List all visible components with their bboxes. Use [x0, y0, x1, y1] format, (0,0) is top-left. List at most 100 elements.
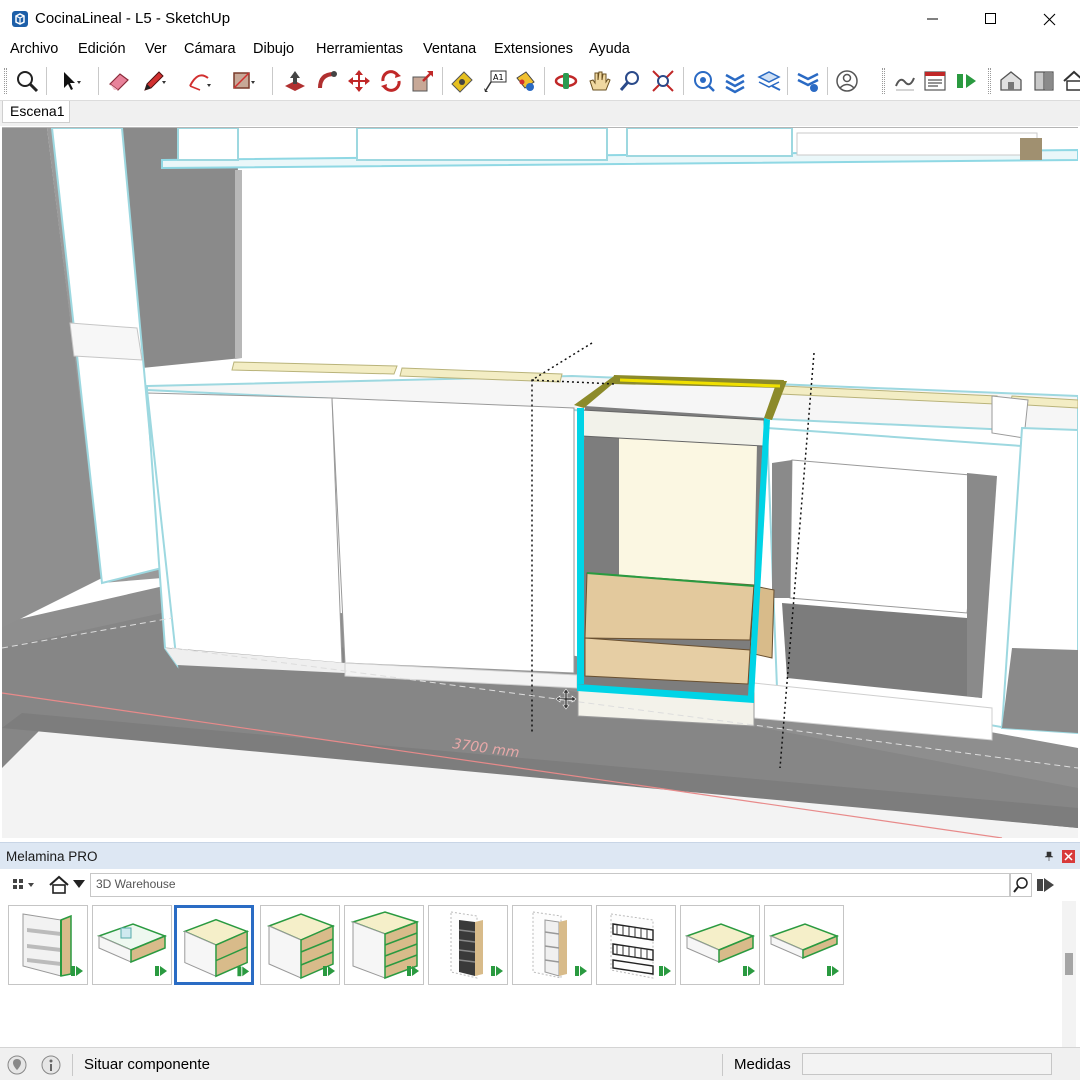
- menu-ver[interactable]: Ver: [145, 41, 167, 57]
- minimize-button[interactable]: [904, 0, 962, 38]
- maximize-button[interactable]: [962, 0, 1020, 38]
- measurements-input[interactable]: [802, 1053, 1052, 1075]
- component-thumbnails: [0, 905, 1060, 995]
- info-icon[interactable]: [41, 1055, 61, 1075]
- warehouse-button[interactable]: [997, 67, 1025, 95]
- select-tool[interactable]: [55, 67, 83, 95]
- component-thumbnail[interactable]: [92, 905, 172, 985]
- four-drawer-icon: [350, 911, 420, 980]
- menu-camara[interactable]: Cámara: [184, 41, 236, 57]
- extension-manager-button[interactable]: [1030, 67, 1058, 95]
- rectangle-icon: [233, 72, 255, 89]
- menu-extensiones[interactable]: Extensiones: [494, 41, 573, 57]
- close-icon[interactable]: [1062, 850, 1075, 863]
- model-viewport[interactable]: 3700 mm: [2, 127, 1078, 838]
- component-thumbnail[interactable]: [428, 905, 508, 985]
- tape-measure-tool[interactable]: [449, 67, 477, 95]
- zoom-window-tool[interactable]: [649, 67, 677, 95]
- hand-icon: [589, 71, 611, 91]
- report-icon: [924, 71, 946, 91]
- status-message: Situar componente: [84, 1056, 210, 1073]
- menu-ventana[interactable]: Ventana: [423, 41, 476, 57]
- component-thumbnail[interactable]: [596, 905, 676, 985]
- eraser-tool[interactable]: [105, 67, 133, 95]
- arc-tool[interactable]: [185, 67, 213, 95]
- report-tool[interactable]: [921, 67, 949, 95]
- panel-scrollbar[interactable]: [1062, 901, 1076, 1048]
- tape-measure-icon: [451, 71, 473, 93]
- component-thumbnail[interactable]: [8, 905, 88, 985]
- push-pull-tool[interactable]: [281, 67, 309, 95]
- wire-basket-icon: [610, 913, 671, 979]
- eraser-icon: [109, 73, 129, 91]
- orbit-icon: [554, 73, 578, 89]
- dark-column-icon: [450, 911, 503, 979]
- home-icon[interactable]: [48, 875, 70, 895]
- dynamic-components-icon: [797, 72, 819, 92]
- scene-tab-escena1[interactable]: Escena1: [2, 101, 70, 123]
- sandbox-tool[interactable]: [891, 67, 919, 95]
- window-title: CocinaLineal - L5 - SketchUp: [35, 10, 231, 27]
- zoom-icon: [619, 71, 639, 91]
- follow-me-icon: [318, 71, 337, 89]
- text-tool[interactable]: A1: [481, 67, 509, 95]
- tray-drawer-icon: [684, 923, 756, 976]
- scale-tool[interactable]: [409, 67, 437, 95]
- toolbar-grip[interactable]: [988, 68, 991, 94]
- shallow-tray-icon: [768, 923, 840, 976]
- scene-tab-bar: Escena1: [0, 100, 1080, 126]
- three-drawer-icon: [267, 913, 335, 980]
- search-button[interactable]: [1010, 873, 1032, 897]
- arrow-cursor-icon: [64, 72, 81, 90]
- geo-location-icon[interactable]: [7, 1055, 27, 1075]
- component-thumbnail[interactable]: [344, 905, 424, 985]
- section-plane-icon: [694, 71, 715, 92]
- pencil-icon: [144, 71, 166, 91]
- dropdown-arrow-icon[interactable]: [72, 877, 86, 891]
- view-options-icon[interactable]: [12, 877, 36, 893]
- rotate-tool[interactable]: [377, 67, 405, 95]
- menu-ayuda[interactable]: Ayuda: [589, 41, 630, 57]
- pan-tool[interactable]: [585, 67, 613, 95]
- layers-tool[interactable]: [721, 67, 749, 95]
- pin-icon[interactable]: [1044, 851, 1054, 861]
- warehouse-search-input[interactable]: 3D Warehouse: [90, 873, 1010, 897]
- component-thumbnail[interactable]: [260, 905, 340, 985]
- user-icon: [836, 70, 858, 92]
- layers-icon: [725, 73, 745, 94]
- zoom-tool[interactable]: [617, 67, 645, 95]
- menu-edicion[interactable]: Edición: [78, 41, 126, 57]
- paint-bucket-tool[interactable]: [511, 67, 539, 95]
- panel-forward-icon[interactable]: [1036, 876, 1056, 894]
- line-tool[interactable]: [140, 67, 168, 95]
- menu-dibujo[interactable]: Dibujo: [253, 41, 294, 57]
- scrollbar-thumb[interactable]: [1065, 953, 1073, 975]
- rectangle-tool[interactable]: [229, 67, 257, 95]
- move-tool[interactable]: [345, 67, 373, 95]
- zoom-extents-tool[interactable]: [13, 67, 41, 95]
- orbit-tool[interactable]: [552, 67, 580, 95]
- svg-text:A1: A1: [493, 73, 504, 82]
- section-plane-tool[interactable]: [690, 67, 718, 95]
- measurements-label: Medidas: [734, 1056, 791, 1073]
- component-thumbnail[interactable]: [764, 905, 844, 985]
- toolbar-grip[interactable]: [882, 68, 885, 94]
- menu-bar: Archivo Edición Ver Cámara Dibujo Herram…: [0, 38, 1080, 62]
- house-icon: [1063, 70, 1080, 91]
- arc-icon: [189, 74, 211, 91]
- cabinet-shelves-icon: [22, 913, 83, 977]
- export-tool[interactable]: [953, 67, 981, 95]
- component-thumbnail[interactable]: [512, 905, 592, 985]
- close-button[interactable]: [1020, 0, 1078, 38]
- home-3d-button[interactable]: [1060, 67, 1080, 95]
- menu-archivo[interactable]: Archivo: [10, 41, 58, 57]
- follow-me-tool[interactable]: [313, 67, 341, 95]
- dynamic-components-tool[interactable]: [794, 67, 822, 95]
- component-thumbnail[interactable]: [680, 905, 760, 985]
- tags-tool[interactable]: [755, 67, 783, 95]
- account-button[interactable]: [834, 67, 862, 95]
- component-thumbnail-selected[interactable]: [174, 905, 254, 985]
- toolbar-grip[interactable]: [4, 68, 7, 94]
- minimize-icon: [927, 18, 938, 20]
- menu-herramientas[interactable]: Herramientas: [316, 41, 403, 57]
